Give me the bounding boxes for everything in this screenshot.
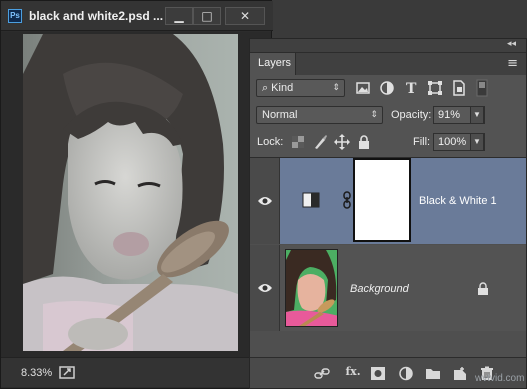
tab-layers[interactable]: Layers [250,53,296,75]
lock-transparent-pixels-icon[interactable] [290,134,306,150]
new-layer-icon[interactable] [452,366,468,381]
layer-main[interactable]: Background [280,245,526,331]
eye-icon[interactable] [257,195,273,207]
canvas-area[interactable] [1,32,271,357]
document-title: black and white2.psd ... [29,9,164,23]
filter-pixel-image-icon[interactable] [354,79,372,97]
document-photo[interactable] [23,34,238,351]
layer-row-background[interactable]: Background [250,245,526,331]
lock-image-pixels-icon[interactable] [312,134,328,150]
fill-label: Fill: [413,136,431,148]
maximize-button[interactable]: □ [193,7,221,25]
layer-mask-thumbnail[interactable] [353,158,411,242]
filter-kind-label: Kind [271,82,294,94]
lock-label: Lock: [257,136,284,148]
layer-lock-icon [478,282,488,295]
close-button[interactable]: ✕ [225,7,265,25]
filter-smart-object-icon[interactable] [450,79,468,97]
search-icon: ⌕ [262,82,269,94]
panel-menu-icon[interactable]: ≡ [507,56,518,71]
lock-position-icon[interactable] [334,134,350,150]
visibility-column[interactable] [250,245,280,331]
filter-toggle-icon[interactable] [476,79,488,97]
fill-slider-button[interactable]: ▼ [470,133,484,151]
svg-text:T: T [406,81,417,97]
black-white-adjustment-icon [302,192,320,208]
link-icon[interactable] [314,366,330,381]
photo-illustration [23,34,238,351]
adjustment-layer-icon[interactable] [398,366,414,381]
watermark: wvtvid.com [475,373,525,384]
opacity-label: Opacity: [391,109,432,121]
link-chain-icon[interactable] [342,191,352,209]
visibility-column[interactable] [250,158,280,244]
document-titlebar[interactable]: Ps black and white2.psd ... ▁ □ ✕ [1,1,273,31]
document-statusbar: 8.33% [1,357,271,387]
layers-panel: ◂◂ Layers ≡ ⌕ Kind ⇕ T Normal ⇕ Opacity: … [249,38,527,389]
background-thumbnail-image [286,250,337,326]
zoom-level-field[interactable]: 8.33% [21,367,52,379]
export-icon[interactable] [59,365,75,379]
layer-row-black-and-white[interactable]: Black & White 1 [250,158,526,244]
blend-mode-value: Normal [262,109,298,121]
add-mask-icon[interactable] [370,366,386,381]
panel-tab-row: Layers ≡ [250,53,526,75]
chevron-updown-icon: ⇕ [370,109,378,119]
filter-shape-icon[interactable] [426,79,444,97]
opacity-slider-button[interactable]: ▼ [470,106,484,124]
collapse-panel-icon[interactable]: ◂◂ [507,39,516,49]
lock-all-icon[interactable] [356,134,372,150]
layer-name[interactable]: Background [350,283,409,295]
layers-list: Black & White 1 Background [250,157,526,357]
filter-kind-dropdown[interactable]: ⌕ Kind ⇕ [256,79,345,97]
filter-adjustment-icon[interactable] [378,79,396,97]
fx-icon[interactable]: fx. [343,365,363,380]
panel-top-strip: ◂◂ [250,39,526,53]
photoshop-logo-icon: Ps [8,9,22,23]
layer-name[interactable]: Black & White 1 [419,195,497,207]
minimize-button[interactable]: ▁ [165,7,193,25]
chevron-updown-icon: ⇕ [332,82,340,92]
layer-main-selected[interactable]: Black & White 1 [280,158,526,244]
document-window: Ps black and white2.psd ... ▁ □ ✕ 8.33% [0,0,273,389]
group-folder-icon[interactable] [425,366,441,381]
layer-thumbnail [285,249,338,327]
blend-mode-dropdown[interactable]: Normal ⇕ [256,106,383,124]
filter-type-icon[interactable]: T [402,79,420,97]
eye-icon[interactable] [257,282,273,294]
